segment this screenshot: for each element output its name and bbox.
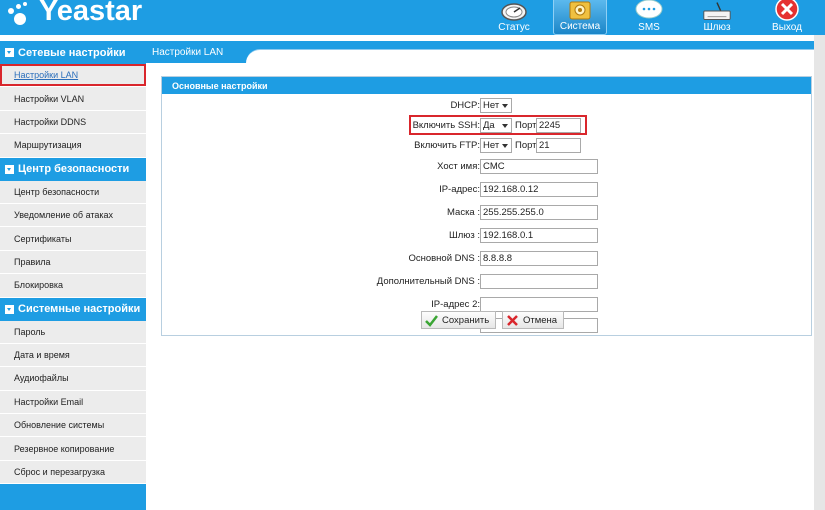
secondary-dns-label: Дополнительный DNS : [376,276,480,287]
secondary-dns-input[interactable] [480,274,598,289]
ip-input[interactable]: 192.168.0.12 [480,182,598,197]
gateway-input[interactable]: 192.168.0.1 [480,228,598,243]
save-button[interactable]: Сохранить [421,311,497,329]
sidebar-item-password[interactable]: Пароль [0,320,146,344]
cancel-button[interactable]: Отмена [502,311,565,329]
primary-dns-input[interactable]: 8.8.8.8 [480,251,598,266]
panel-title: Основные настройки [162,77,811,94]
dhcp-select-value: Нет [483,100,500,111]
hostname-label: Хост имя: [437,161,480,172]
save-button-label: Сохранить [442,314,490,326]
hostname-row: Хост имя: CMC [162,159,813,176]
secondary-dns-row: Дополнительный DNS : [162,274,813,291]
sidebar-item-audio-files[interactable]: Аудиофайлы [0,367,146,391]
gateway-label: Шлюз : [448,230,480,241]
ssh-port-input[interactable]: 2245 [536,118,581,133]
chevron-down-icon [502,104,508,108]
mask-label: Маска : [447,207,480,218]
sidebar-item-date-time[interactable]: Дата и время [0,343,146,368]
nav-gateway-label: Шлюз [703,22,731,33]
ssh-row: Включить SSH: Да Порт: 2245 [162,115,813,135]
top-header: Yeastar Статус Система SMS Шлюз Выход [0,0,825,35]
nav-exit[interactable]: Выход [764,0,810,35]
sidebar-section-system[interactable]: Системные настройки [0,297,146,321]
sidebar-item-security-center[interactable]: Центр безопасности [0,180,146,204]
sidebar-item-rules[interactable]: Правила [0,250,146,275]
nav-status[interactable]: Статус [490,0,538,35]
sidebar-item-system-update[interactable]: Обновление системы [0,414,146,438]
sidebar-item-email[interactable]: Настройки Email [0,390,146,415]
sidebar: Сетевые настройки Настройки LAN Настройк… [0,41,146,510]
sidebar-section-network[interactable]: Сетевые настройки [0,41,146,64]
mask-row: Маска : 255.255.255.0 [162,205,813,222]
ip2-label: IP-адрес 2: [431,299,480,310]
nav-sms-label: SMS [638,22,660,33]
primary-dns-row: Основной DNS : 8.8.8.8 [162,251,813,268]
ftp-select[interactable]: Нет [480,138,512,153]
sidebar-item-blocking[interactable]: Блокировка [0,274,146,298]
nav-exit-label: Выход [772,22,802,33]
chevron-down-icon [502,144,508,148]
nav-status-label: Статус [498,22,530,33]
chevron-down-icon [502,124,508,128]
system-gear-icon [564,0,596,21]
nav-sms[interactable]: SMS [627,0,671,35]
ip-label: IP-адрес: [439,184,480,195]
section-title: Системные настройки [18,303,141,316]
ssh-select[interactable]: Да [480,118,512,133]
collapse-toggle-icon [5,304,14,314]
tab-bar-decoration [246,49,825,63]
dhcp-label: DHCP: [450,100,480,111]
section-title: Сетевые настройки [18,46,126,59]
sidebar-item-ddns[interactable]: Настройки DDNS [0,110,146,135]
ftp-port-input[interactable]: 21 [536,138,581,153]
ftp-select-value: Нет [483,140,500,151]
hostname-input[interactable]: CMC [480,159,598,174]
status-gauge-icon [498,0,530,22]
sidebar-item-lan-settings[interactable]: Настройки LAN [0,64,146,88]
sidebar-section-security[interactable]: Центр безопасности [0,157,146,181]
gateway-router-icon [701,0,733,22]
basic-settings-panel: Основные настройки DHCP: Нет Включить SS… [161,76,812,336]
nav-system-label: Система [559,21,601,32]
brand-logo: Yeastar [6,0,142,28]
sidebar-item-attack-alerts[interactable]: Уведомление об атаках [0,203,146,228]
exit-close-icon [771,0,803,22]
brand-name: Yeastar [39,0,143,27]
collapse-toggle-icon [5,164,14,174]
collapse-toggle-icon [5,48,14,57]
sidebar-item-vlan[interactable]: Настройки VLAN [0,87,146,111]
yeastar-logo-icon [6,0,36,26]
ssh-select-value: Да [483,120,495,131]
section-title: Центр безопасности [18,163,130,176]
ftp-row: Включить FTP: Нет Порт: 21 [162,138,813,155]
mask-input[interactable]: 255.255.255.0 [480,205,598,220]
sidebar-item-routing[interactable]: Маршрутизация [0,134,146,158]
cancel-x-icon [506,314,519,327]
dhcp-select[interactable]: Нет [480,98,512,113]
checkmark-icon [425,314,438,327]
tab-bar: Настройки LAN [146,41,825,63]
sidebar-item-certificates[interactable]: Сертификаты [0,227,146,251]
scrollbar[interactable] [814,35,825,510]
sms-chat-bubble-icon [633,0,665,22]
primary-dns-label: Основной DNS : [408,253,480,264]
ip2-input[interactable] [480,297,598,312]
ftp-label: Включить FTP: [414,140,480,151]
sidebar-item-backup[interactable]: Резервное копирование [0,437,146,461]
dhcp-row: DHCP: Нет [162,98,813,115]
nav-gateway[interactable]: Шлюз [695,0,739,35]
sidebar-item-reset-reboot[interactable]: Сброс и перезагрузка [0,460,146,485]
ssh-label: Включить SSH: [412,120,480,131]
gateway-row: Шлюз : 192.168.0.1 [162,228,813,245]
ip-row: IP-адрес: 192.168.0.12 [162,182,813,199]
nav-system[interactable]: Система [553,0,607,35]
main-content: Настройки LAN Основные настройки DHCP: Н… [146,35,825,510]
cancel-button-label: Отмена [523,314,558,326]
